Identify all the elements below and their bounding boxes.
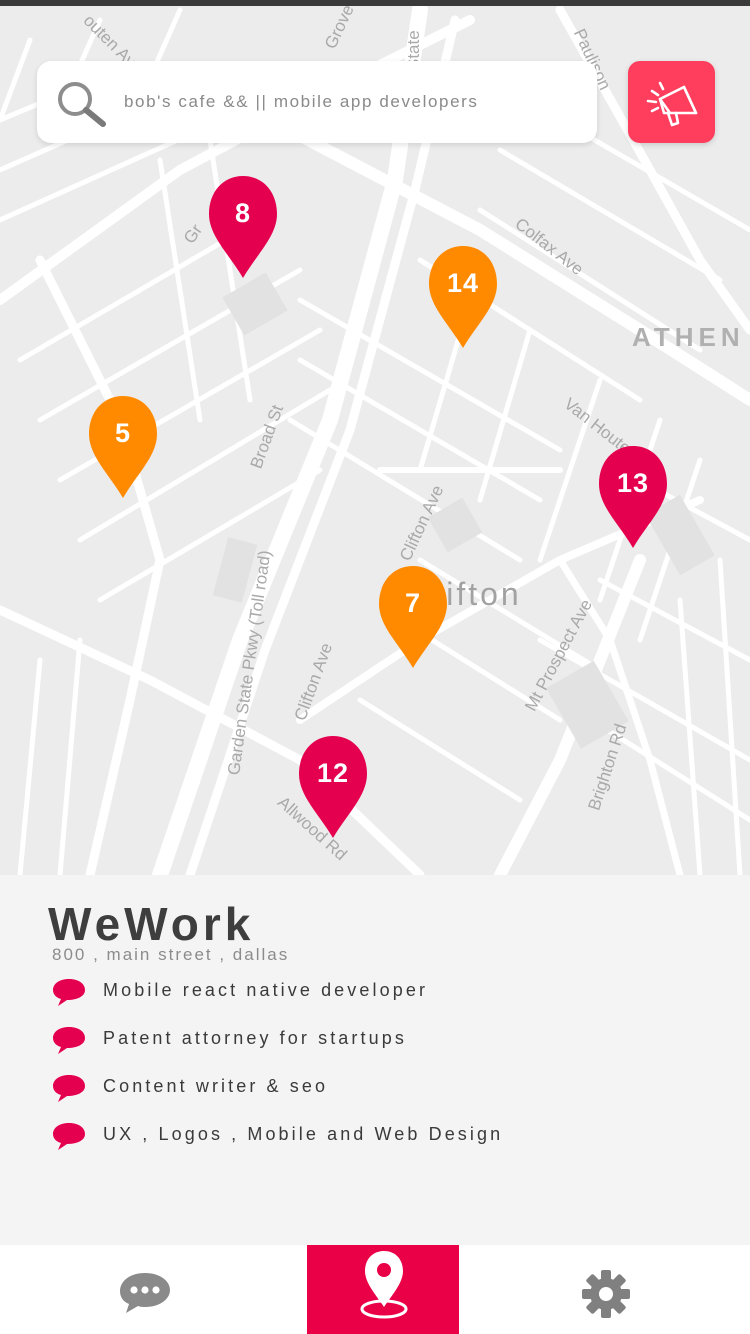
map-view[interactable]: outen Ave Grove State Paulison Gr Colfax… xyxy=(0,0,750,875)
bottom-tab-bar xyxy=(0,1245,750,1334)
pin-count: 12 xyxy=(316,758,350,788)
pin-count: 14 xyxy=(446,268,480,298)
map-pin[interactable]: 14 xyxy=(427,244,499,350)
map-pin[interactable]: 5 xyxy=(87,394,159,500)
map-pin[interactable]: 8 xyxy=(207,174,279,280)
status-bar xyxy=(0,0,750,6)
map-pin[interactable]: 13 xyxy=(597,444,669,550)
gear-icon xyxy=(582,1270,630,1318)
pin-count: 7 xyxy=(404,588,422,618)
location-pin-icon xyxy=(360,1251,408,1319)
speech-bubble-icon xyxy=(53,1075,85,1102)
announce-button[interactable] xyxy=(628,61,715,143)
place-title: WeWork xyxy=(48,898,255,950)
place-address: 800 , main street , dallas xyxy=(52,945,290,964)
tab-map[interactable] xyxy=(307,1245,459,1334)
service-label: Patent attorney for startups xyxy=(103,1028,407,1048)
service-label: Mobile react native developer xyxy=(103,980,429,1000)
service-item[interactable]: Patent attorney for startups xyxy=(52,1023,652,1057)
chat-bubble-icon xyxy=(120,1273,170,1313)
service-item[interactable]: Mobile react native developer xyxy=(52,975,652,1009)
service-label: Content writer & seo xyxy=(103,1076,329,1096)
service-item[interactable]: Content writer & seo xyxy=(52,1071,652,1105)
search-icon xyxy=(58,82,106,127)
service-label: UX , Logos , Mobile and Web Design xyxy=(103,1124,504,1144)
speech-bubble-icon xyxy=(53,1027,85,1054)
place-details-panel: WeWork 800 , main street , dallas Mobile… xyxy=(0,875,750,1245)
map-pin[interactable]: 7 xyxy=(377,564,449,670)
speech-bubble-icon xyxy=(53,979,85,1006)
search-input[interactable]: bob's cafe && || mobile app developers xyxy=(124,92,479,112)
tab-messages[interactable] xyxy=(0,1245,290,1334)
app-screen: outen Ave Grove State Paulison Gr Colfax… xyxy=(0,0,750,1334)
search-bar[interactable]: bob's cafe && || mobile app developers xyxy=(37,61,597,143)
megaphone-icon xyxy=(646,81,698,127)
tab-settings[interactable] xyxy=(460,1245,750,1334)
area-label: ATHEN xyxy=(632,322,745,352)
service-item[interactable]: UX , Logos , Mobile and Web Design xyxy=(52,1119,652,1153)
pin-count: 13 xyxy=(616,468,650,498)
map-pin[interactable]: 12 xyxy=(297,734,369,840)
pin-count: 5 xyxy=(114,418,132,448)
speech-bubble-icon xyxy=(53,1123,85,1150)
pin-count: 8 xyxy=(234,198,252,228)
